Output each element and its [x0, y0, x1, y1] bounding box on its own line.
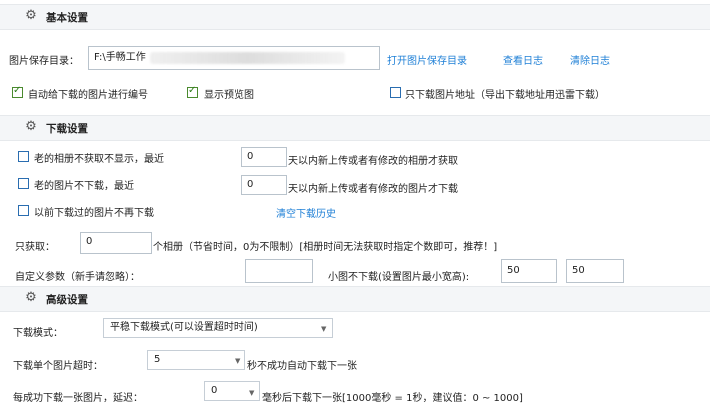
old-album-days-input[interactable]: 0: [241, 147, 287, 167]
chevron-down-icon: ▼: [249, 389, 255, 397]
clear-download-history-link[interactable]: 清空下载历史: [276, 205, 336, 220]
min-height-input[interactable]: 50: [566, 259, 624, 283]
view-log-link[interactable]: 查看日志: [503, 52, 543, 67]
chevron-down-icon: ▼: [235, 357, 241, 365]
old-album-suffix: 天以内新上传或者有修改的相册才获取: [288, 156, 458, 167]
delay-label: 每成功下载一张图片，延迟：: [13, 393, 143, 404]
download-settings-header: [0, 115, 710, 141]
no-redownload-label: 以前下载过的图片不再下载: [34, 208, 154, 219]
download-mode-label: 下载模式：: [13, 328, 63, 339]
timeout-value: 5: [154, 354, 161, 365]
open-save-dir-link[interactable]: 打开图片保存目录: [387, 52, 467, 67]
delay-value: 0: [211, 385, 218, 396]
old-album-checkbox[interactable]: [18, 151, 29, 162]
auto-number-checkbox[interactable]: [12, 85, 23, 98]
show-preview-label: 显示预览图: [204, 90, 254, 101]
gear-icon: ⚙: [25, 119, 37, 134]
no-redownload-checkbox[interactable]: [18, 205, 29, 216]
only-fetch-input[interactable]: 0: [80, 232, 152, 254]
old-image-checkbox[interactable]: [18, 178, 29, 189]
old-image-days-input[interactable]: 0: [241, 175, 287, 195]
min-size-label: 小图不下载(设置图片最小宽高):: [328, 272, 470, 283]
only-address-label: 只下载图片地址（导出下载地址用迅雷下载）: [405, 90, 605, 101]
download-mode-select[interactable]: 平稳下载模式(可以设置超时时间): [103, 318, 333, 338]
show-preview-checkbox[interactable]: [187, 85, 198, 98]
advanced-settings-header: [0, 286, 710, 312]
download-settings-title: 下载设置: [46, 123, 88, 135]
only-address-checkbox[interactable]: [390, 87, 401, 98]
old-image-label: 老的图片不下载，最近: [34, 181, 134, 192]
clear-log-link[interactable]: 清除日志: [570, 52, 610, 67]
timeout-select[interactable]: 5: [147, 350, 245, 370]
custom-param-label: 自定义参数（新手请忽略）：: [15, 272, 140, 283]
gear-icon: ⚙: [25, 290, 37, 305]
custom-param-input[interactable]: [245, 259, 313, 283]
only-fetch-label: 只获取：: [15, 242, 55, 253]
only-fetch-suffix: 个相册（节省时间，0为不限制）[相册时间无法获取时指定个数即可，推荐！]: [153, 242, 498, 253]
timeout-suffix: 秒不成功自动下载下一张: [247, 361, 357, 372]
save-dir-label: 图片保存目录：: [9, 56, 79, 67]
timeout-label: 下载单个图片超时：: [13, 361, 103, 372]
advanced-settings-title: 高级设置: [46, 294, 88, 306]
old-album-label: 老的相册不获取不显示，最近: [34, 154, 164, 165]
chevron-down-icon: ▼: [321, 325, 327, 333]
min-width-input[interactable]: 50: [501, 259, 557, 283]
basic-settings-title: 基本设置: [46, 12, 88, 24]
delay-suffix: 毫秒后下载下一张[1000毫秒 = 1秒，建议值：0 ~ 1000]: [262, 393, 523, 404]
basic-settings-header: [0, 4, 710, 30]
redacted-path: [150, 52, 345, 64]
download-mode-value: 平稳下载模式(可以设置超时时间): [110, 322, 258, 333]
gear-icon: ⚙: [25, 8, 37, 23]
save-dir-value: F:\手畅工作: [94, 52, 146, 63]
old-image-suffix: 天以内新上传或者有修改的图片才下载: [288, 184, 458, 195]
auto-number-label: 自动给下载的图片进行编号: [28, 90, 148, 101]
